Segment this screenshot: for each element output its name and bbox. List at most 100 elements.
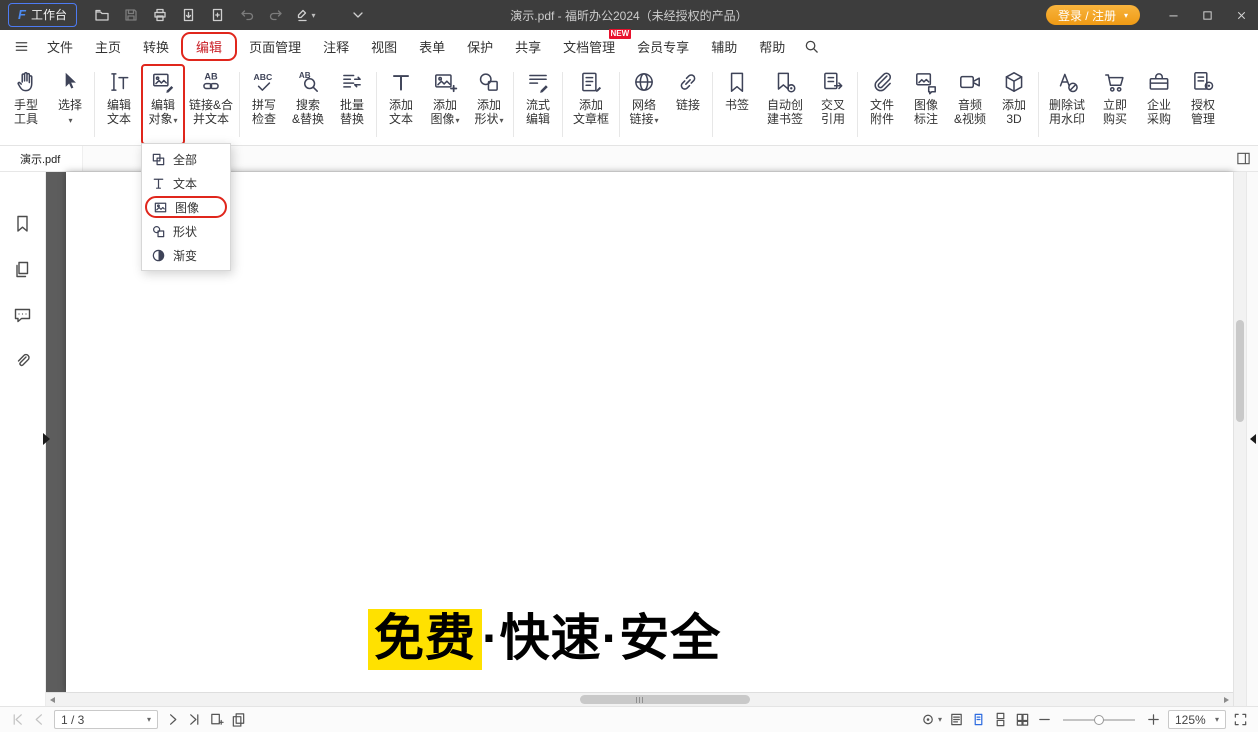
menu-tab-assist[interactable]: 辅助 xyxy=(701,32,747,61)
next-page-button[interactable] xyxy=(165,712,180,727)
menu-tab-form[interactable]: 表单 xyxy=(409,32,455,61)
add-shape-button[interactable]: 添加形状 xyxy=(467,64,511,128)
menu-tab-share[interactable]: 共享 xyxy=(505,32,551,61)
menu-tab-doc-manage[interactable]: 文档管理 NEW xyxy=(553,32,625,61)
scroll-left-arrow[interactable] xyxy=(50,697,55,703)
last-page-button[interactable] xyxy=(187,712,202,727)
menu-tab-home[interactable]: 主页 xyxy=(85,32,131,61)
cross-reference-button[interactable]: 交叉引用 xyxy=(811,64,855,126)
export-document-button[interactable] xyxy=(176,3,202,27)
menu-tab-file[interactable]: 文件 xyxy=(37,32,83,61)
button-label: 删除试 xyxy=(1049,98,1085,112)
add-3d-button[interactable]: 添加3D xyxy=(992,64,1036,126)
zoom-in-button[interactable] xyxy=(1146,712,1161,727)
menu-tab-convert[interactable]: 转换 xyxy=(133,32,179,61)
search-replace-button[interactable]: AB 搜索&替换 xyxy=(286,64,330,126)
dropdown-item-shape[interactable]: 形状 xyxy=(142,219,230,243)
web-link-button[interactable]: 网络链接 xyxy=(622,64,666,128)
flow-edit-button[interactable]: 流式编辑 xyxy=(516,64,560,126)
horizontal-scroll-thumb[interactable] xyxy=(580,695,750,704)
menu-tab-comment[interactable]: 注释 xyxy=(313,32,359,61)
menu-tab-member[interactable]: 会员专享 xyxy=(627,32,699,61)
link-merge-text-button[interactable]: AB 链接&合并文本 xyxy=(185,64,237,126)
quick-tool-button[interactable]: ▾ xyxy=(292,3,318,27)
button-label: 交叉 xyxy=(821,98,845,112)
zoom-slider-thumb[interactable] xyxy=(1094,715,1104,725)
image-annotation-button[interactable]: 图像标注 xyxy=(904,64,948,126)
dropdown-item-image[interactable]: 图像 xyxy=(145,196,227,218)
expand-left-panel-arrow[interactable] xyxy=(43,433,50,445)
workspace-button[interactable]: F 工作台 xyxy=(8,3,77,27)
menu-tab-view[interactable]: 视图 xyxy=(361,32,407,61)
edit-text-button[interactable]: 编辑文本 xyxy=(97,64,141,126)
add-text-button[interactable]: 添加文本 xyxy=(379,64,423,126)
fullscreen-button[interactable] xyxy=(1233,712,1248,727)
first-page-button[interactable] xyxy=(10,712,25,727)
zoom-out-button[interactable] xyxy=(1037,712,1052,727)
zoom-slider[interactable] xyxy=(1063,719,1135,721)
previous-page-button[interactable] xyxy=(32,712,47,727)
license-manage-button[interactable]: 授权管理 xyxy=(1181,64,1225,126)
single-page-view-button[interactable] xyxy=(971,712,986,727)
batch-replace-button[interactable]: 批量替换 xyxy=(330,64,374,126)
collapse-toolbar-button[interactable] xyxy=(345,3,371,27)
menu-tab-edit[interactable]: 编辑 xyxy=(181,32,237,61)
audio-video-button[interactable]: 音频&视频 xyxy=(948,64,992,126)
minimize-icon xyxy=(1167,9,1180,22)
clipboard-button[interactable] xyxy=(231,712,246,727)
buy-now-button[interactable]: 立即购买 xyxy=(1093,64,1137,126)
menu-tab-help[interactable]: 帮助 xyxy=(749,32,795,61)
undo-button[interactable] xyxy=(234,3,260,27)
snapshot-button[interactable] xyxy=(209,712,224,727)
window-close-button[interactable] xyxy=(1224,0,1258,30)
comments-panel-button[interactable] xyxy=(13,306,32,325)
continuous-view-button[interactable] xyxy=(993,712,1008,727)
link-button[interactable]: 链接 xyxy=(666,64,710,112)
main-menu-button[interactable] xyxy=(8,39,34,54)
zoom-level-select[interactable]: 125% ▾ xyxy=(1168,710,1226,729)
bookmark-button[interactable]: 书签 xyxy=(715,64,759,112)
add-article-box-button[interactable]: 添加文章框 xyxy=(565,64,617,126)
save-button[interactable] xyxy=(118,3,144,27)
select-button[interactable]: 选择 xyxy=(48,64,92,128)
attachments-panel-button[interactable] xyxy=(13,352,32,371)
remove-trial-watermark-button[interactable]: 删除试用水印 xyxy=(1041,64,1093,126)
file-attachment-button[interactable]: 文件附件 xyxy=(860,64,904,126)
hand-tool-button[interactable]: 手型工具 xyxy=(4,64,48,126)
page-number-select[interactable]: 1 / 3 ▾ xyxy=(54,710,158,729)
spell-check-button[interactable]: ABC 拼写检查 xyxy=(242,64,286,126)
auto-create-bookmark-button[interactable]: 自动创建书签 xyxy=(759,64,811,126)
workspace-label: 工作台 xyxy=(31,6,67,23)
document-tab[interactable]: 演示.pdf xyxy=(0,146,83,171)
vertical-scroll-thumb[interactable] xyxy=(1236,320,1244,422)
add-image-button[interactable]: 添加图像 xyxy=(423,64,467,128)
window-minimize-button[interactable] xyxy=(1156,0,1190,30)
window-maximize-button[interactable] xyxy=(1190,0,1224,30)
splitter-grip[interactable] xyxy=(636,697,644,703)
menu-tab-page-manage[interactable]: 页面管理 xyxy=(239,32,311,61)
scroll-right-arrow[interactable] xyxy=(1224,697,1229,703)
search-button[interactable] xyxy=(804,39,819,54)
multi-page-view-button[interactable] xyxy=(1015,712,1030,727)
horizontal-scrollbar[interactable] xyxy=(46,692,1233,706)
enterprise-purchase-button[interactable]: 企业采购 xyxy=(1137,64,1181,126)
text-view-button[interactable] xyxy=(949,712,964,727)
open-file-button[interactable] xyxy=(89,3,115,27)
collapse-right-panel-arrow[interactable] xyxy=(1250,434,1256,444)
menu-tab-protect[interactable]: 保护 xyxy=(457,32,503,61)
snapshot-icon xyxy=(209,712,224,727)
pdf-page[interactable]: 免费·快速·安全 xyxy=(66,172,1233,692)
print-button[interactable] xyxy=(147,3,173,27)
create-document-button[interactable] xyxy=(205,3,231,27)
view-mode-button[interactable]: ▾ xyxy=(921,712,942,727)
dropdown-item-text[interactable]: 文本 xyxy=(142,171,230,195)
dropdown-item-all[interactable]: 全部 xyxy=(142,147,230,171)
bookmarks-panel-button[interactable] xyxy=(13,214,32,233)
edit-object-button[interactable]: 编辑对象 xyxy=(141,64,185,145)
pages-panel-button[interactable] xyxy=(13,260,32,279)
login-register-button[interactable]: 登录 / 注册 ▾ xyxy=(1046,5,1140,25)
right-panel-toggle-button[interactable] xyxy=(1236,151,1251,166)
vertical-scrollbar[interactable] xyxy=(1233,172,1246,706)
redo-button[interactable] xyxy=(263,3,289,27)
dropdown-item-gradient[interactable]: 渐变 xyxy=(142,243,230,267)
